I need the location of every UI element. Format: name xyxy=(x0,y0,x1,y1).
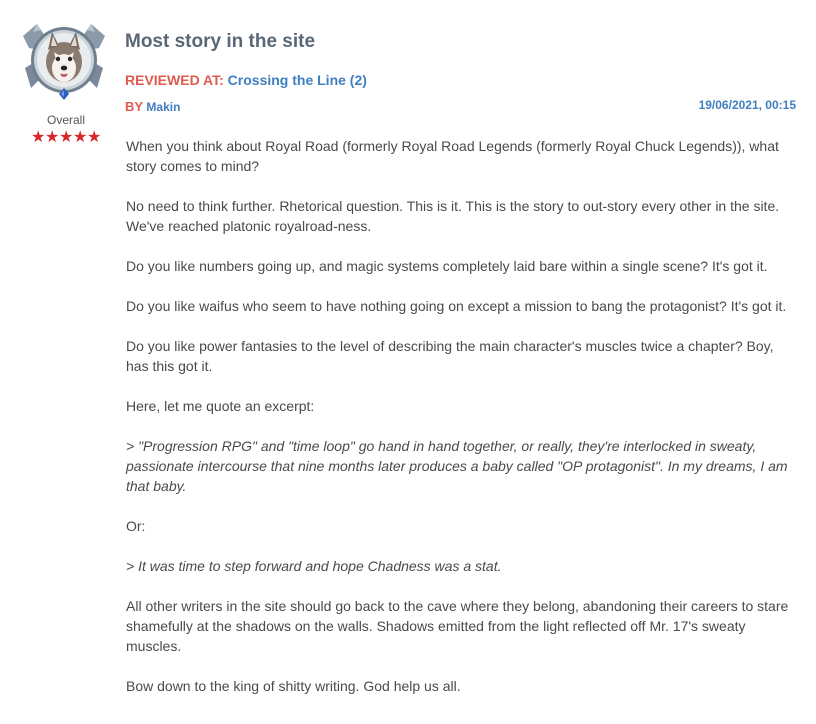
review-paragraph: Bow down to the king of shitty writing. … xyxy=(126,678,461,694)
author-link[interactable]: Makin xyxy=(146,100,180,114)
reviewer-avatar[interactable] xyxy=(21,22,107,100)
overall-rating-label: Overall xyxy=(46,113,85,127)
husky-avatar-icon xyxy=(23,24,105,100)
reviewed-at-line: REVIEWED AT: Crossing the Line (2) xyxy=(125,72,367,88)
star-icon: ★ xyxy=(73,127,88,146)
review-body: When you think about Royal Road (formerl… xyxy=(126,136,796,716)
rating-stars: ★ ★ ★ ★ ★ xyxy=(31,129,101,145)
star-icon: ★ xyxy=(31,127,46,146)
review-quote: > "Progression RPG" and "time loop" go h… xyxy=(126,438,788,494)
review-title: Most story in the site xyxy=(125,31,316,52)
reviewed-at-label: REVIEWED AT: xyxy=(125,72,224,88)
star-icon: ★ xyxy=(59,127,74,146)
review-paragraph: Here, let me quote an excerpt: xyxy=(126,398,315,414)
review-paragraph: No need to think further. Rhetorical que… xyxy=(126,198,780,234)
review-paragraph: When you think about Royal Road (formerl… xyxy=(126,138,779,174)
author-line: BY Makin xyxy=(125,99,180,114)
star-icon: ★ xyxy=(45,127,60,146)
chapter-link[interactable]: Crossing the Line (2) xyxy=(228,72,367,88)
review-paragraph: Do you like waifus who seem to have noth… xyxy=(126,298,787,314)
by-label: BY xyxy=(125,99,144,114)
review-quote: > It was time to step forward and hope C… xyxy=(126,558,502,574)
review-paragraph: Do you like numbers going up, and magic … xyxy=(126,258,768,274)
star-icon: ★ xyxy=(87,127,102,146)
review-paragraph: Or: xyxy=(126,518,146,534)
review-date: 19/06/2021, 00:15 xyxy=(698,98,796,112)
review-paragraph: Do you like power fantasies to the level… xyxy=(126,338,774,374)
review-paragraph: All other writers in the site should go … xyxy=(126,598,789,654)
